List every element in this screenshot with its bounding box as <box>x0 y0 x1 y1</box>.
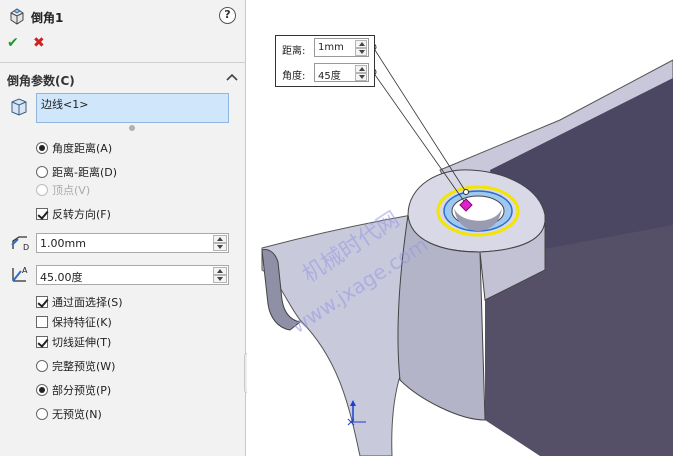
checkbox-label: 保持特征(K) <box>52 316 112 329</box>
chamfer-feature-icon <box>10 8 24 25</box>
pm-divider <box>0 62 246 63</box>
spin-down-button[interactable] <box>355 48 367 56</box>
radio-indicator[interactable] <box>36 408 48 420</box>
radio-indicator[interactable] <box>36 142 48 154</box>
radio-angle-distance[interactable]: 角度距离(A) <box>36 140 112 156</box>
callout-distance-value[interactable]: 1mm <box>318 42 344 53</box>
callout-angle-spinner[interactable] <box>355 65 367 81</box>
property-manager: 倒角1 ? ✔ ✖ 倒角参数(C) 边线<1> 角度距离(A) 距离-距离(D)… <box>0 0 246 456</box>
flip-direction-checkbox[interactable]: 反转方向(F) <box>36 206 111 222</box>
radio-distance-distance[interactable]: 距离-距离(D) <box>36 164 117 180</box>
checkbox-indicator[interactable] <box>36 296 48 308</box>
radio-label: 完整预览(W) <box>52 360 116 373</box>
spin-up-button[interactable] <box>213 267 227 275</box>
spin-down-button[interactable] <box>355 73 367 81</box>
spin-down-button[interactable] <box>213 243 227 251</box>
radio-indicator[interactable] <box>36 360 48 372</box>
cancel-button[interactable]: ✖ <box>33 35 45 51</box>
distance-input[interactable]: 1.00mm <box>36 233 229 253</box>
distance-value[interactable]: 1.00mm <box>40 237 86 250</box>
checkbox-label: 通过面选择(S) <box>52 296 123 309</box>
edge-selection-list[interactable]: 边线<1> <box>36 93 229 123</box>
callout-leader-distance <box>372 46 467 193</box>
distance-icon: D <box>11 236 29 252</box>
radio-vertex: 顶点(V) <box>36 182 90 198</box>
radio-label: 部分预览(P) <box>52 384 112 397</box>
callout-angle-value[interactable]: 45度 <box>318 67 341 82</box>
tangent-propagation-checkbox[interactable]: 切线延伸(T) <box>36 334 111 350</box>
keep-features-checkbox[interactable]: 保持特征(K) <box>36 314 112 330</box>
checkbox-label: 切线延伸(T) <box>52 336 112 349</box>
spin-up-button[interactable] <box>213 235 227 243</box>
angle-icon: A <box>12 266 28 282</box>
edge-selection-icon <box>11 98 27 116</box>
callout-distance-input[interactable]: 1mm <box>314 38 369 57</box>
help-icon[interactable]: ? <box>219 7 236 24</box>
list-resize-handle[interactable] <box>129 125 135 131</box>
angle-spinner[interactable] <box>213 267 227 283</box>
radio-label: 无预览(N) <box>52 408 102 421</box>
spin-down-button[interactable] <box>213 275 227 283</box>
svg-text:D: D <box>23 243 29 252</box>
spin-up-button[interactable] <box>355 65 367 73</box>
callout-angle-row: 角度: 45度 <box>276 61 376 85</box>
callout-distance-spinner[interactable] <box>355 40 367 56</box>
spin-up-button[interactable] <box>355 40 367 48</box>
radio-label: 距离-距离(D) <box>52 166 118 179</box>
checkbox-indicator[interactable] <box>36 208 48 220</box>
pm-title: 倒角1 <box>31 11 64 25</box>
leader-anchor-dot <box>463 189 469 195</box>
callout-angle-label: 角度: <box>282 71 306 82</box>
distance-spinner[interactable] <box>213 235 227 251</box>
radio-indicator <box>36 184 48 196</box>
radio-label: 角度距离(A) <box>52 142 113 155</box>
select-through-faces-checkbox[interactable]: 通过面选择(S) <box>36 294 123 310</box>
radio-label: 顶点(V) <box>52 184 91 197</box>
svg-text:A: A <box>22 266 28 275</box>
chevron-up-icon[interactable] <box>226 72 238 82</box>
angle-value[interactable]: 45.00度 <box>40 269 83 285</box>
radio-no-preview[interactable]: 无预览(N) <box>36 406 102 422</box>
radio-partial-preview[interactable]: 部分预览(P) <box>36 382 111 398</box>
radio-full-preview[interactable]: 完整预览(W) <box>36 358 115 374</box>
radio-indicator[interactable] <box>36 384 48 396</box>
callout-angle-input[interactable]: 45度 <box>314 63 369 82</box>
chamfer-params-group-header[interactable]: 倒角参数(C) <box>0 66 246 90</box>
selection-item[interactable]: 边线<1> <box>41 98 88 111</box>
radio-indicator[interactable] <box>36 166 48 178</box>
checkbox-indicator[interactable] <box>36 316 48 328</box>
callout-leader-angle <box>372 71 467 205</box>
chamfer-callout: 距离: 1mm 角度: 45度 <box>275 35 375 87</box>
callout-distance-row: 距离: 1mm <box>276 36 376 60</box>
ok-button[interactable]: ✔ <box>7 35 19 51</box>
angle-input[interactable]: 45.00度 <box>36 265 229 285</box>
checkbox-indicator[interactable] <box>36 336 48 348</box>
callout-distance-label: 距离: <box>282 46 306 57</box>
pm-header: 倒角1 ? <box>0 0 246 30</box>
group-title: 倒角参数(C) <box>7 74 75 88</box>
checkbox-label: 反转方向(F) <box>52 208 111 221</box>
